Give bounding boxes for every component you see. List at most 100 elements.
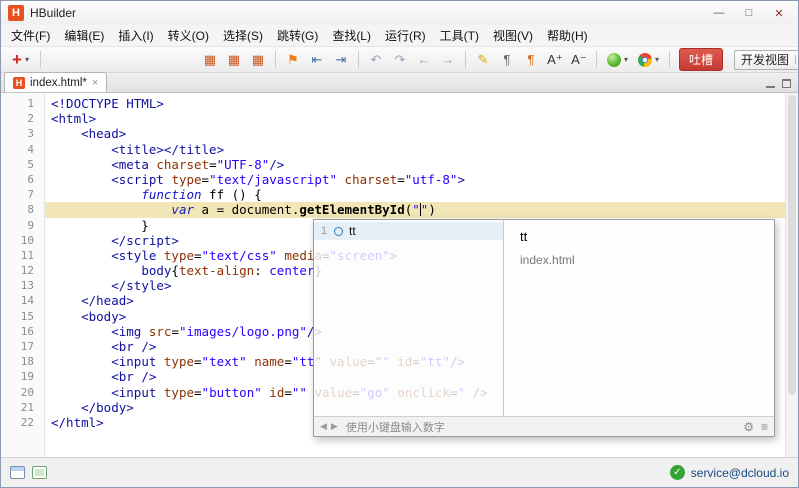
menu-item-6[interactable]: 跳转(G) xyxy=(270,25,325,46)
assist-menu-icon[interactable]: ≡ xyxy=(761,420,768,434)
assist-item-index: 1 xyxy=(320,225,328,237)
maximize-button[interactable]: □ xyxy=(734,4,764,23)
code-assist-popup: 1tt tt index.html ◀ ▶ 使用小键盘输入数字 ⚙ ≡ xyxy=(313,219,775,437)
scrollbar-thumb[interactable] xyxy=(788,95,796,395)
chrome-icon xyxy=(638,53,652,67)
tabbar: H index.html* × xyxy=(1,73,798,93)
maximize-editor-icon[interactable] xyxy=(782,79,791,88)
service-online-icon: ✓ xyxy=(670,465,685,480)
menu-item-11[interactable]: 帮助(H) xyxy=(540,25,595,46)
titlebar: H HBuilder — □ ✕ xyxy=(1,1,798,25)
minimize-button[interactable]: — xyxy=(704,4,734,23)
dropdown-arrow-icon: ▼ xyxy=(795,55,799,64)
toolbar-separator xyxy=(275,51,276,68)
assist-detail: tt index.html xyxy=(504,220,774,416)
dropdown-arrow-icon: ▾ xyxy=(655,55,659,64)
line-number-10: 10 xyxy=(1,233,44,248)
code-line-7[interactable]: function ff () { xyxy=(45,187,798,202)
show-paragraph-icon[interactable]: ¶ xyxy=(496,50,518,70)
line-number-21: 21 xyxy=(1,400,44,415)
new-file-button[interactable]: +▾ xyxy=(7,50,34,70)
menu-item-4[interactable]: 转义(O) xyxy=(161,25,216,46)
line-number-gutter: 12345678910111213141516171819202122 xyxy=(1,93,45,457)
editor-scrollbar[interactable] xyxy=(785,93,798,457)
menu-item-7[interactable]: 查找(L) xyxy=(325,25,378,46)
assist-tools: ⚙ ≡ xyxy=(743,420,768,434)
code-line-8[interactable]: var a = document.getElementById("") xyxy=(45,202,798,217)
assist-detail-subtitle: index.html xyxy=(520,253,758,267)
line-number-18: 18 xyxy=(1,354,44,369)
line-number-19: 19 xyxy=(1,369,44,384)
run-in-chrome-button[interactable]: ▾ xyxy=(634,50,663,70)
green-browser-icon xyxy=(607,53,621,67)
code-line-6[interactable]: <script type="text/javascript" charset="… xyxy=(45,172,798,187)
code-line-1[interactable]: <!DOCTYPE HTML> xyxy=(45,96,798,111)
highlighter-icon[interactable]: ✎ xyxy=(472,50,494,70)
code-line-5[interactable]: <meta charset="UTF-8"/> xyxy=(45,157,798,172)
show-whitespace-icon[interactable]: ¶ xyxy=(520,50,542,70)
outdent-icon[interactable]: ⇤ xyxy=(306,50,328,70)
settings-gear-icon[interactable]: ⚙ xyxy=(743,420,754,434)
indent-icon[interactable]: ⇥ xyxy=(330,50,352,70)
code-line-4[interactable]: <title></title> xyxy=(45,142,798,157)
edit-preview-icon[interactable] xyxy=(10,466,25,479)
insert-list-icon[interactable]: ▦ xyxy=(247,50,269,70)
plus-icon: + xyxy=(12,51,22,68)
menu-item-10[interactable]: 视图(V) xyxy=(486,25,540,46)
web-view-icon[interactable] xyxy=(32,466,47,479)
redo-icon[interactable]: ↷ xyxy=(389,50,411,70)
dropdown-arrow-icon: ▾ xyxy=(25,55,29,64)
dropdown-arrow-icon: ▾ xyxy=(624,55,628,64)
assist-detail-title: tt xyxy=(520,229,758,244)
toolbar: +▾▦▦▦⚑⇤⇥↶↷←→✎¶¶A⁺A⁻▾▾吐槽开发视图▼ xyxy=(1,47,798,73)
window-title: HBuilder xyxy=(30,6,76,20)
menu-item-3[interactable]: 插入(I) xyxy=(111,25,160,46)
insert-table-icon[interactable]: ▦ xyxy=(199,50,221,70)
menu-item-1[interactable]: 文件(F) xyxy=(4,25,57,46)
insert-image-icon[interactable]: ▦ xyxy=(223,50,245,70)
font-increase-icon[interactable]: A⁺ xyxy=(544,50,566,70)
service-area: ✓ service@dcloud.io xyxy=(670,465,789,480)
back-position-icon[interactable]: ← xyxy=(413,50,435,70)
menu-item-8[interactable]: 运行(R) xyxy=(378,25,433,46)
tab-index-html[interactable]: H index.html* × xyxy=(4,72,107,92)
close-button[interactable]: ✕ xyxy=(764,4,794,23)
line-number-4: 4 xyxy=(1,142,44,157)
forward-position-icon[interactable]: → xyxy=(437,50,459,70)
line-number-5: 5 xyxy=(1,157,44,172)
menu-item-2[interactable]: 编辑(E) xyxy=(57,25,111,46)
html-file-icon: H xyxy=(13,77,25,89)
line-number-6: 6 xyxy=(1,172,44,187)
line-number-12: 12 xyxy=(1,263,44,278)
view-mode-label: 开发视图 xyxy=(741,51,789,68)
line-number-15: 15 xyxy=(1,309,44,324)
variable-icon xyxy=(334,227,343,236)
assist-prev-icon[interactable]: ◀ xyxy=(320,421,327,432)
undo-icon[interactable]: ↶ xyxy=(365,50,387,70)
code-line-2[interactable]: <html> xyxy=(45,111,798,126)
menu-item-9[interactable]: 工具(T) xyxy=(433,25,486,46)
view-mode-select[interactable]: 开发视图 ▼ xyxy=(734,50,799,70)
code-line-3[interactable]: <head> xyxy=(45,126,798,141)
line-number-17: 17 xyxy=(1,339,44,354)
editor[interactable]: 12345678910111213141516171819202122 <!DO… xyxy=(1,93,798,457)
line-number-11: 11 xyxy=(1,248,44,263)
assist-list: 1 tt xyxy=(314,220,504,416)
line-number-20: 20 xyxy=(1,385,44,400)
line-number-8: 8 xyxy=(1,202,44,217)
menubar: 文件(F)编辑(E)插入(I)转义(O)选择(S)跳转(G)查找(L)运行(R)… xyxy=(1,25,798,47)
complain-button[interactable]: 吐槽 xyxy=(679,48,723,71)
line-number-2: 2 xyxy=(1,111,44,126)
assist-next-icon[interactable]: ▶ xyxy=(331,421,338,432)
menu-item-5[interactable]: 选择(S) xyxy=(216,25,270,46)
tab-close-icon[interactable]: × xyxy=(92,77,98,89)
assist-item-tt[interactable]: 1 tt xyxy=(314,222,503,240)
font-decrease-icon[interactable]: A⁻ xyxy=(568,50,590,70)
assist-main: 1 tt tt index.html xyxy=(314,220,774,416)
assist-item-label: tt xyxy=(349,224,356,238)
bookmark-icon[interactable]: ⚑ xyxy=(282,50,304,70)
minimize-editor-icon[interactable] xyxy=(766,79,775,88)
line-number-7: 7 xyxy=(1,187,44,202)
service-email-link[interactable]: service@dcloud.io xyxy=(691,466,789,480)
run-in-browser-button[interactable]: ▾ xyxy=(603,50,632,70)
